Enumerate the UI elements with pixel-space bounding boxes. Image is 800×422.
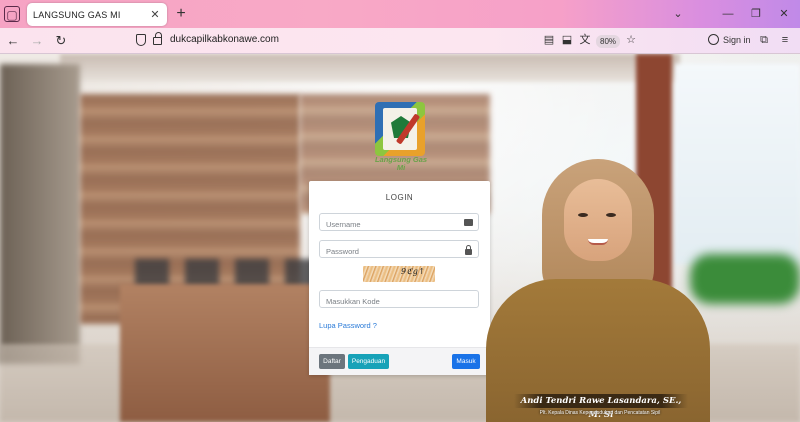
reader-view-icon[interactable]: ▤: [542, 33, 556, 47]
sign-in-label: Sign in: [723, 34, 751, 45]
background-ceiling: [60, 54, 680, 82]
portrait-smile: [588, 239, 608, 245]
screenshot-icon[interactable]: ⬓: [560, 33, 574, 47]
portrait-eye-left: [578, 213, 588, 217]
close-window-button[interactable]: ✕: [774, 4, 794, 24]
extensions-icon[interactable]: ⧉: [757, 33, 771, 47]
portrait-eye-right: [606, 213, 616, 217]
zoom-level-badge[interactable]: 80%: [596, 35, 621, 48]
background-left-wall: [0, 64, 80, 364]
browser-tab[interactable]: LANGSUNG GAS MI ✕: [27, 3, 167, 26]
account-icon: [708, 34, 719, 45]
forward-arrow-icon[interactable]: →: [28, 32, 46, 50]
tab-list-chevron-icon[interactable]: ⌄: [668, 4, 688, 24]
password-field[interactable]: [319, 240, 479, 260]
envelope-icon: [464, 219, 473, 226]
browser-titlebar: ▢ LANGSUNG GAS MI ✕ + ⌄ — ❐ ✕: [0, 0, 800, 28]
shield-icon[interactable]: [136, 34, 146, 46]
official-role: Plt. Kepala Dinas Kependudukan dan Penca…: [539, 410, 661, 416]
tab-title: LANGSUNG GAS MI: [33, 9, 121, 20]
page-content: Langsung Gas Mi LOGIN 9ℭg↑ Lupa Password…: [0, 54, 800, 422]
lock-icon: [465, 245, 472, 255]
back-arrow-icon[interactable]: ←: [4, 32, 22, 50]
sign-in-button[interactable]: Sign in: [708, 34, 751, 45]
close-tab-icon[interactable]: ✕: [149, 8, 161, 21]
login-button[interactable]: Masuk: [452, 354, 480, 369]
minimize-button[interactable]: —: [718, 4, 738, 24]
password-input[interactable]: [320, 243, 460, 260]
official-portrait: [486, 139, 710, 422]
captcha-code-field[interactable]: [319, 290, 479, 310]
menu-icon[interactable]: ≡: [778, 33, 792, 47]
register-button[interactable]: Daftar: [319, 354, 345, 369]
captcha-image: 9ℭg↑: [363, 266, 435, 282]
username-field[interactable]: [319, 213, 479, 233]
username-input[interactable]: [320, 216, 460, 233]
portrait-face: [564, 179, 632, 261]
address-bar[interactable]: dukcapilkabkonawe.com: [170, 34, 279, 45]
captcha-text: 9ℭg↑: [401, 267, 426, 276]
background-table: [120, 284, 330, 422]
browser-navbar: ← → ↻ dukcapilkabkonawe.com ▤ ⬓ 文 80% ☆ …: [0, 28, 800, 54]
official-name: Andi Tendri Rawe Lasandara, SE., M. Si: [514, 394, 688, 420]
reload-icon[interactable]: ↻: [52, 32, 70, 50]
app-logo: Langsung Gas Mi: [371, 102, 429, 178]
restore-button[interactable]: ❐: [746, 4, 766, 24]
new-tab-button[interactable]: +: [173, 4, 189, 24]
login-card-footer: Daftar Pengaduan Masuk: [309, 347, 490, 375]
login-card: LOGIN 9ℭg↑ Lupa Password ? Daftar Pengad…: [309, 181, 490, 375]
bookmark-star-icon[interactable]: ☆: [624, 33, 638, 47]
tab-overview-icon[interactable]: ▢: [4, 6, 20, 22]
captcha-code-input[interactable]: [320, 293, 460, 310]
complaint-button[interactable]: Pengaduan: [348, 354, 389, 369]
lock-icon[interactable]: [153, 32, 162, 45]
logo-text: Langsung Gas Mi: [374, 155, 428, 172]
translate-icon[interactable]: 文: [578, 33, 592, 47]
forgot-password-link[interactable]: Lupa Password ?: [319, 321, 377, 330]
login-title: LOGIN: [385, 193, 414, 202]
